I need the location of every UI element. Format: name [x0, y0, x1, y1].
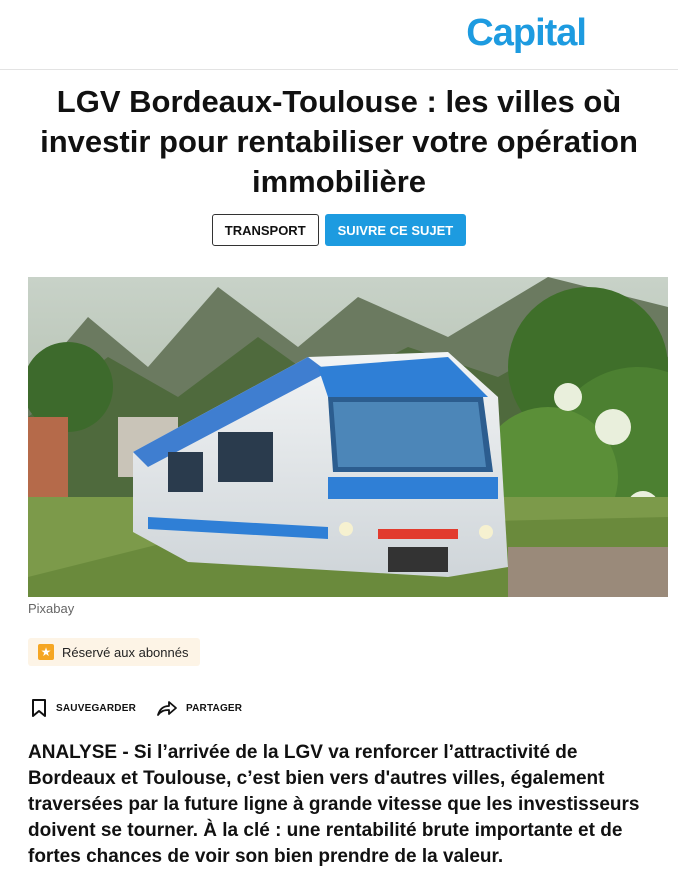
article-actions: SAUVEGARDER PARTAGER [30, 698, 242, 718]
share-arrow-icon [157, 701, 177, 716]
save-label: SAUVEGARDER [56, 702, 136, 714]
save-button[interactable]: SAUVEGARDER [30, 698, 136, 718]
article-tags: TRANSPORT SUIVRE CE SUJET [0, 214, 678, 246]
bookmark-icon [32, 699, 46, 717]
article-lead: ANALYSE - Si l’arrivée de la LGV va renf… [28, 742, 640, 867]
star-icon: ★ [38, 644, 54, 660]
article-hero-image [28, 277, 668, 597]
subscriber-badge-label: Réservé aux abonnés [62, 644, 189, 660]
share-label: PARTAGER [186, 702, 243, 714]
category-tag-transport[interactable]: TRANSPORT [211, 214, 319, 246]
article-title: LGV Bordeaux-Toulouse : les villes où in… [40, 84, 638, 199]
site-header: Capital [0, 0, 678, 70]
train-photo [28, 277, 668, 597]
follow-topic-button[interactable]: SUIVRE CE SUJET [324, 214, 467, 246]
share-button[interactable]: PARTAGER [156, 698, 242, 718]
image-credit: Pixabay [28, 601, 75, 616]
subscriber-badge: ★ Réservé aux abonnés [28, 638, 201, 666]
capital-logo[interactable]: Capital [466, 12, 587, 55]
